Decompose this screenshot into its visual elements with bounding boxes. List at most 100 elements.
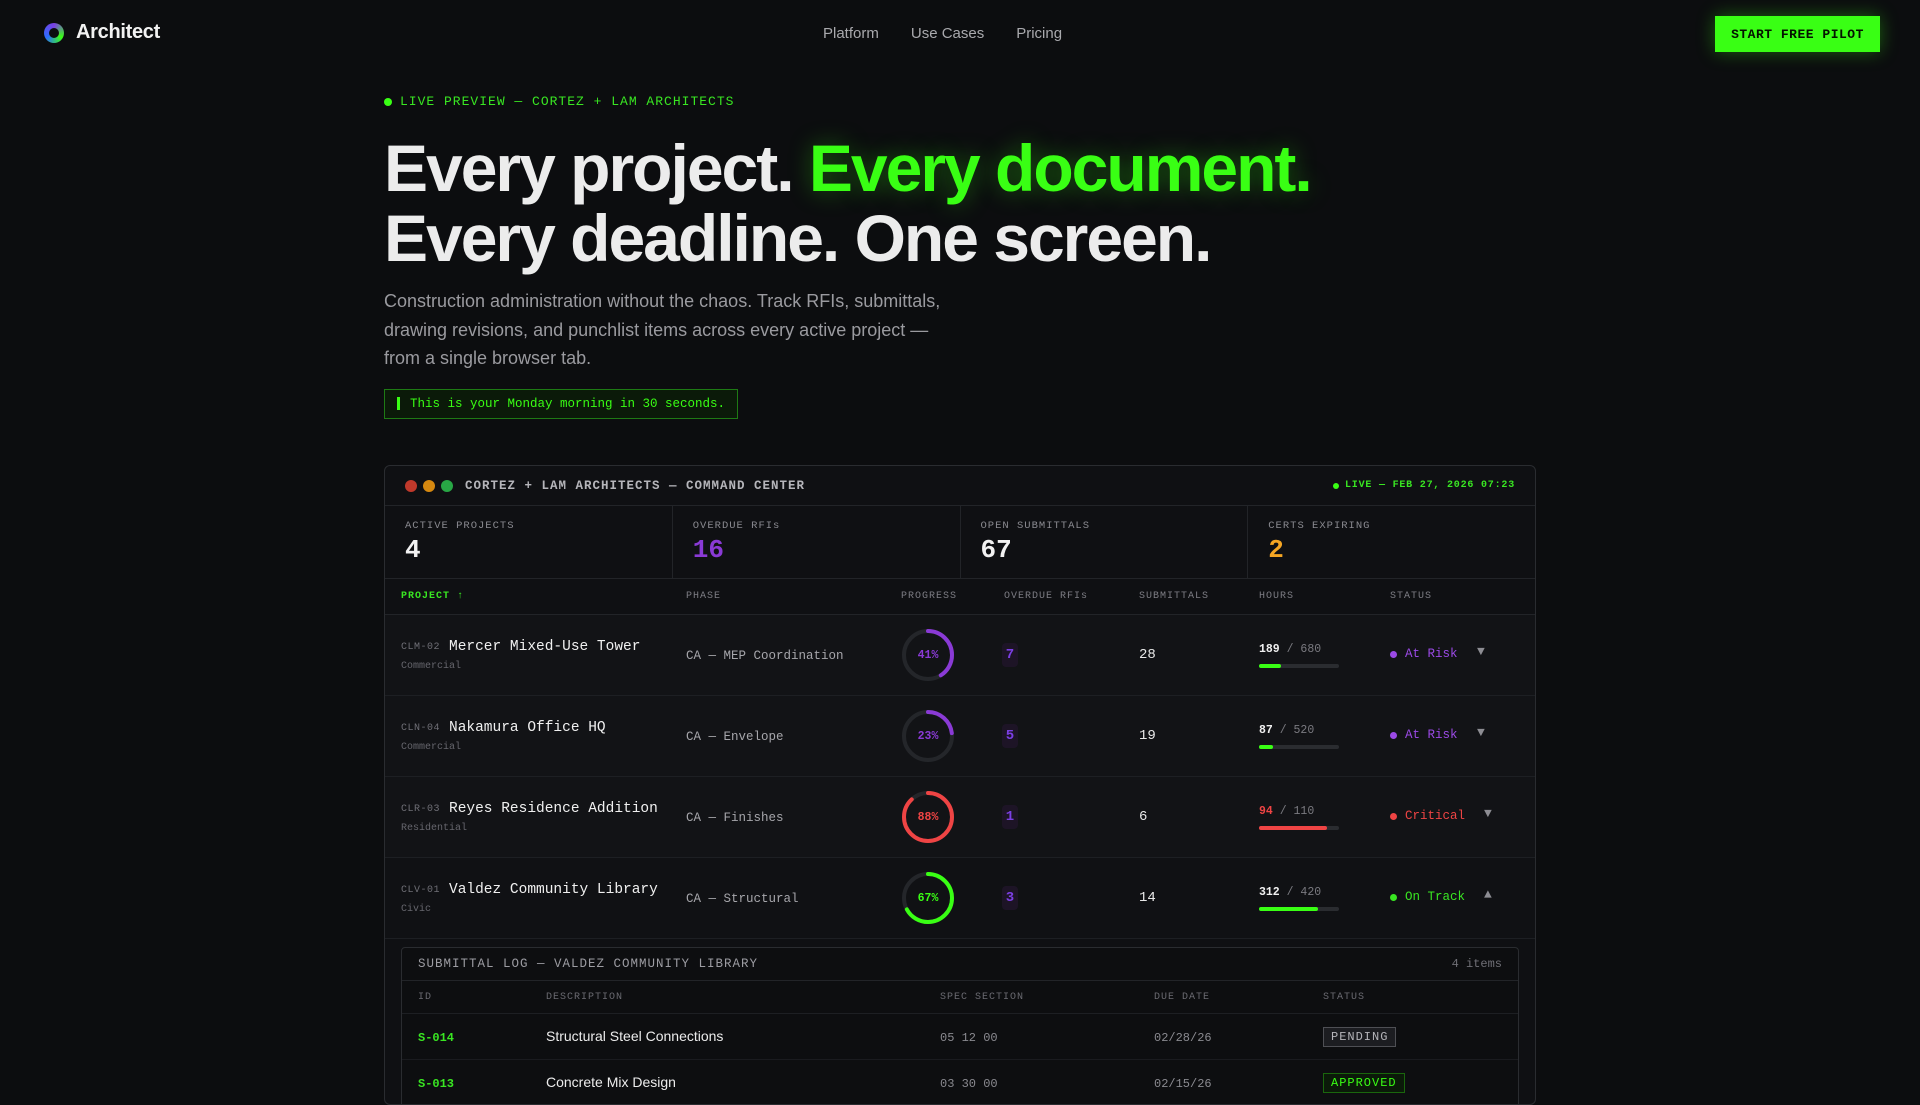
table-row[interactable]: CLN-04 Nakamura Office HQ Commercial CA — E… [385, 696, 1535, 777]
headline: Every project. Every document. Every dea… [384, 133, 1384, 273]
col-progress[interactable]: PROGRESS [901, 591, 957, 602]
table-row[interactable]: CLV-01 Valdez Community Library Civic CA — … [385, 858, 1535, 939]
submittal-id[interactable]: S-013 [418, 1077, 454, 1091]
progress-label: 88% [917, 810, 939, 824]
progress-ring: 41% [900, 627, 956, 683]
chevron-up-icon[interactable]: ▲ [1484, 887, 1492, 902]
monday-callout: This is your Monday morning in 30 second… [384, 388, 739, 419]
col-spec-section[interactable]: SPEC SECTION [940, 992, 1024, 1003]
stat-label: CERTS EXPIRING [1268, 520, 1371, 532]
minimize-dot-icon[interactable] [423, 479, 435, 492]
overdue-rfi-badge[interactable]: 3 [1002, 886, 1018, 910]
stat-card: OVERDUE RFIs 16 [673, 506, 961, 578]
chevron-down-icon[interactable]: ▼ [1477, 725, 1485, 740]
overdue-rfi-badge[interactable]: 5 [1002, 724, 1018, 748]
stat-label: OPEN SUBMITTALS [980, 520, 1091, 532]
project-category: Commercial [401, 742, 462, 753]
live-dot-icon [384, 97, 392, 106]
project-name[interactable]: Mercer Mixed-Use Tower [449, 639, 640, 655]
submittal-description: Structural Steel Connections [546, 1028, 724, 1044]
stat-value: 4 [405, 535, 421, 565]
col-project[interactable]: PROJECT ↑ [401, 591, 464, 602]
stats-row: ACTIVE PROJECTS 4 OVERDUE RFIs 16 OPEN SUBMI… [385, 506, 1535, 579]
project-name[interactable]: Reyes Residence Addition [449, 801, 658, 817]
col-submittals[interactable]: SUBMITTALS [1139, 591, 1209, 602]
progress-ring: 67% [900, 870, 956, 926]
project-phase: CA — MEP Coordination [686, 649, 844, 663]
project-name[interactable]: Nakamura Office HQ [449, 720, 606, 736]
project-code: CLR-03 [401, 804, 441, 815]
hero: LIVE PREVIEW — CORTEZ + LAM ARCHITECTS E… [384, 94, 1384, 419]
panel-header: CORTEZ + LAM ARCHITECTS — COMMAND CENTER… [385, 466, 1535, 506]
maximize-dot-icon[interactable] [441, 479, 453, 492]
nav-link-platform[interactable]: Platform [823, 25, 879, 42]
chevron-down-icon[interactable]: ▼ [1477, 644, 1485, 659]
submittal-log-header: SUBMITTAL LOG — VALDEZ COMMUNITY LIBRARY… [402, 948, 1518, 981]
table-row[interactable]: CLM-02 Mercer Mixed-Use Tower Commercial CA… [385, 615, 1535, 696]
hero-subtext: Construction administration without the … [384, 291, 941, 368]
col-phase[interactable]: PHASE [686, 591, 721, 602]
col-due-date[interactable]: DUE DATE [1154, 992, 1210, 1003]
project-name[interactable]: Valdez Community Library [449, 882, 658, 898]
hours-total: / 420 [1286, 886, 1322, 899]
hours-total: / 520 [1279, 724, 1315, 737]
submittals-count: 6 [1139, 809, 1148, 825]
col-description[interactable]: DESCRIPTION [546, 992, 623, 1003]
eyebrow-text: LIVE PREVIEW — CORTEZ + LAM ARCHITECTS [400, 94, 735, 109]
submittals-count: 19 [1139, 728, 1156, 744]
headline-line2: Every deadline. One screen. [384, 201, 1212, 275]
table-row[interactable]: CLR-03 Reyes Residence Addition Residentia… [385, 777, 1535, 858]
status-badge: At Risk [1390, 647, 1458, 661]
col-submittal-status[interactable]: STATUS [1323, 992, 1365, 1003]
col-id[interactable]: ID [418, 992, 432, 1003]
architect-logo-icon [44, 22, 64, 43]
overdue-rfi-badge[interactable]: 7 [1002, 643, 1018, 667]
live-indicator: LIVE — FEB 27, 2026 07:23 [1332, 480, 1515, 491]
brand[interactable]: Architect [44, 21, 160, 44]
submittal-spec: 03 30 00 [940, 1077, 998, 1091]
hours-bar [1259, 745, 1339, 749]
stat-card: CERTS EXPIRING 2 [1248, 506, 1535, 578]
progress-ring: 23% [900, 708, 956, 764]
submittal-id[interactable]: S-014 [418, 1031, 454, 1045]
hours-bar-fill [1259, 826, 1327, 830]
submittal-status-badge: APPROVED [1323, 1073, 1405, 1093]
status-dot-icon [1390, 893, 1397, 901]
headline-part1: Every project. [384, 131, 809, 205]
hours-used: 312 [1259, 886, 1280, 899]
hours-text: 312 / 420 [1259, 886, 1321, 899]
chevron-down-icon[interactable]: ▼ [1484, 806, 1492, 821]
hours-bar-fill [1259, 664, 1282, 668]
stat-label: OVERDUE RFIs [692, 520, 781, 532]
close-dot-icon[interactable] [405, 479, 417, 492]
submittal-log-count: 4 items [1451, 957, 1502, 971]
hours-text: 94 / 110 [1259, 805, 1314, 818]
nav-link-use-cases[interactable]: Use Cases [911, 25, 984, 42]
col-overdue-rfis[interactable]: OVERDUE RFIs [1004, 591, 1088, 602]
submittal-log: SUBMITTAL LOG — VALDEZ COMMUNITY LIBRARY… [401, 947, 1519, 1104]
col-status[interactable]: STATUS [1390, 591, 1432, 602]
headline-accent: Every document. [808, 131, 1313, 205]
project-code: CLM-02 [401, 642, 441, 653]
projects-table-body: CLM-02 Mercer Mixed-Use Tower Commercial CA… [385, 615, 1535, 939]
status-label: On Track [1405, 890, 1466, 904]
submittal-row[interactable]: S-013 Concrete Mix Design 03 30 00 02/15/26… [402, 1060, 1518, 1104]
live-dot-icon [1332, 482, 1339, 489]
status-badge: At Risk [1390, 728, 1458, 742]
nav-link-pricing[interactable]: Pricing [1016, 25, 1062, 42]
submittal-row[interactable]: S-014 Structural Steel Connections 05 12 0… [402, 1014, 1518, 1060]
cursor-bar-icon [397, 397, 400, 410]
top-nav: Architect Platform Use Cases Pricing STA… [0, 0, 1920, 68]
stat-value: 2 [1268, 535, 1284, 565]
project-category: Commercial [401, 661, 462, 672]
window-controls [405, 479, 453, 492]
col-hours[interactable]: HOURS [1259, 591, 1294, 602]
status-badge: On Track [1390, 890, 1465, 904]
hours-bar [1259, 664, 1339, 668]
hours-bar [1259, 826, 1339, 830]
status-label: At Risk [1405, 728, 1458, 742]
overdue-rfi-badge[interactable]: 1 [1002, 805, 1018, 829]
callout-text: This is your Monday morning in 30 second… [410, 396, 726, 411]
start-free-pilot-button[interactable]: START FREE PILOT [1715, 16, 1880, 52]
submittal-description: Concrete Mix Design [546, 1074, 676, 1090]
